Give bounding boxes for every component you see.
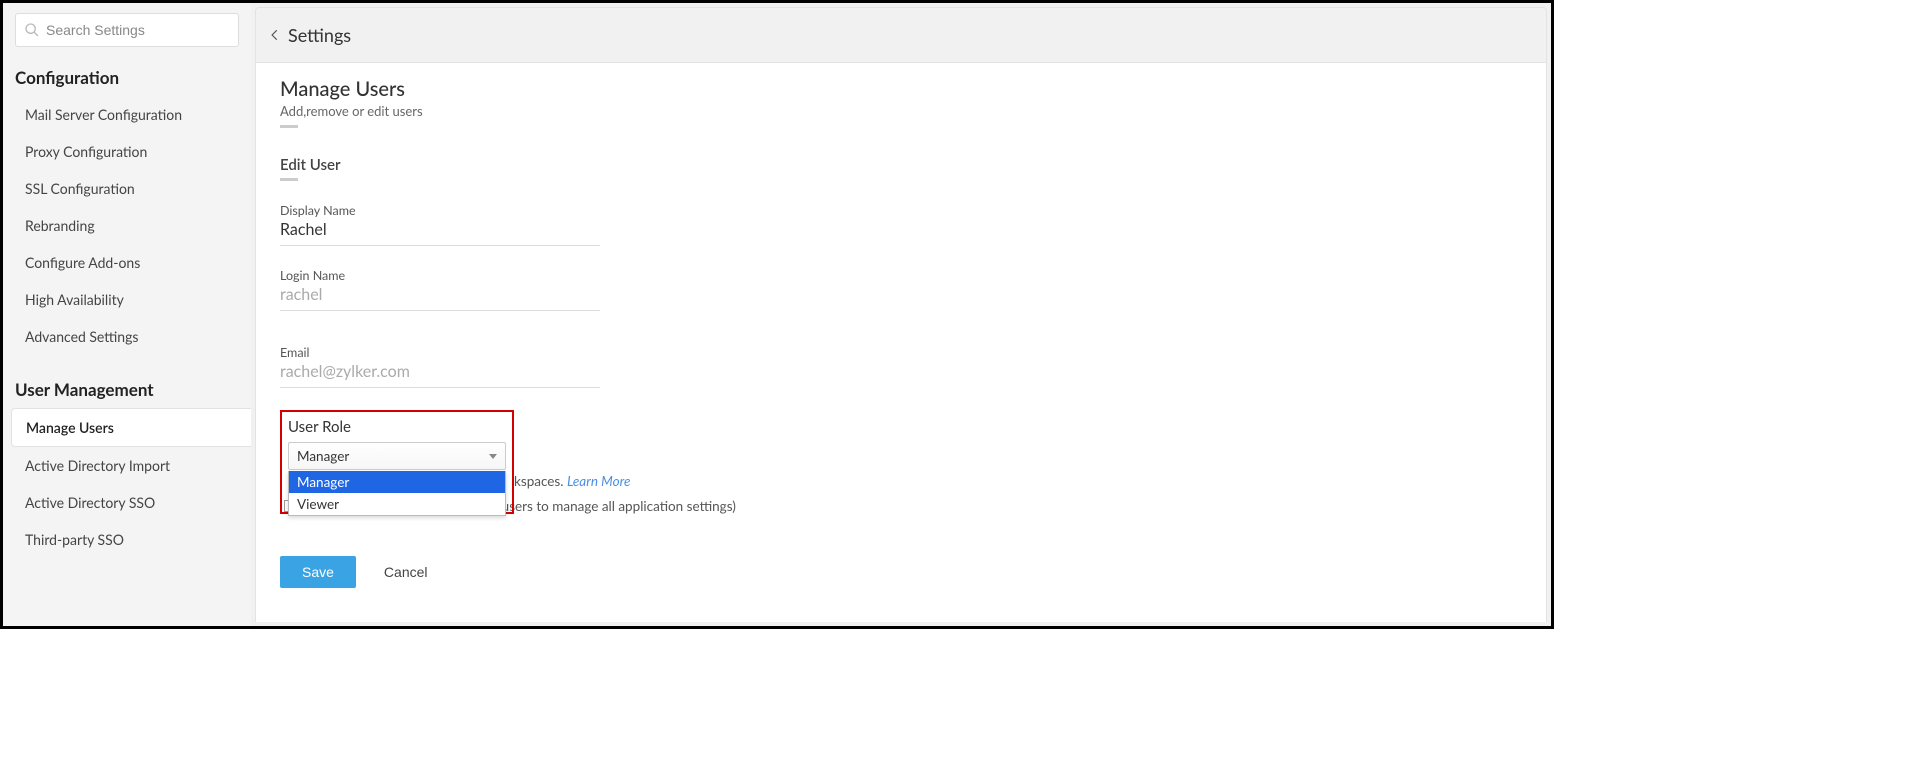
main: Settings Manage Users Add,remove or edit…: [251, 3, 1551, 626]
nav-item-mail-server[interactable]: Mail Server Configuration: [3, 96, 251, 133]
search-input[interactable]: [40, 22, 230, 38]
sidebar: Configuration Mail Server Configuration …: [3, 3, 251, 626]
nav-item-proxy-config[interactable]: Proxy Configuration: [3, 133, 251, 170]
nav-item-manage-users[interactable]: Manage Users: [11, 408, 251, 447]
search-icon: [24, 22, 40, 38]
user-role-area: User Role Manager Manager Viewer: [280, 410, 1522, 540]
field-email: Email rachel@zylker.com: [280, 345, 600, 388]
role-hint-trail: kspaces. Learn More: [514, 473, 630, 489]
nav-item-third-party-sso[interactable]: Third-party SSO: [3, 521, 251, 558]
user-role-highlight: User Role Manager Manager Viewer: [280, 410, 514, 514]
login-name-value[interactable]: rachel: [280, 283, 600, 311]
user-role-dropdown: Manager Viewer: [288, 471, 506, 516]
display-name-value[interactable]: Rachel: [280, 218, 600, 246]
section-edit-user: Edit User: [280, 156, 1522, 174]
user-role-select[interactable]: Manager Manager Viewer: [288, 442, 506, 470]
login-name-label: Login Name: [280, 268, 600, 283]
page-title: Manage Users: [280, 77, 1522, 101]
header: Settings: [255, 7, 1547, 63]
nav-item-high-availability[interactable]: High Availability: [3, 281, 251, 318]
cancel-button[interactable]: Cancel: [384, 564, 428, 580]
role-option-viewer[interactable]: Viewer: [289, 493, 505, 515]
search-box[interactable]: [15, 13, 239, 47]
role-option-manager[interactable]: Manager: [289, 471, 505, 493]
back-icon[interactable]: [268, 28, 282, 42]
nav-item-advanced-settings[interactable]: Advanced Settings: [3, 318, 251, 355]
learn-more-link[interactable]: Learn More: [567, 473, 630, 489]
email-label: Email: [280, 345, 600, 360]
nav-section-configuration: Configuration: [3, 61, 251, 96]
nav-item-ad-sso[interactable]: Active Directory SSO: [3, 484, 251, 521]
page-subtitle: Add,remove or edit users: [280, 103, 1522, 119]
content: Manage Users Add,remove or edit users Ed…: [255, 63, 1547, 622]
chevron-down-icon: [489, 454, 497, 459]
nav-item-rebranding[interactable]: Rebranding: [3, 207, 251, 244]
section-underline: [280, 178, 298, 181]
button-row: Save Cancel: [280, 556, 1522, 588]
display-name-label: Display Name: [280, 203, 600, 218]
title-underline: [280, 125, 298, 128]
nav-item-ad-import[interactable]: Active Directory Import: [3, 447, 251, 484]
user-role-selected: Manager: [297, 448, 349, 464]
header-title: Settings: [288, 24, 351, 46]
nav-section-user-management: User Management: [3, 373, 251, 408]
user-role-label: User Role: [288, 418, 506, 436]
save-button[interactable]: Save: [280, 556, 356, 588]
field-login-name: Login Name rachel: [280, 268, 600, 311]
hint-tail-text: kspaces.: [514, 473, 563, 489]
field-display-name: Display Name Rachel: [280, 203, 600, 246]
nav-item-configure-addons[interactable]: Configure Add-ons: [3, 244, 251, 281]
email-value[interactable]: rachel@zylker.com: [280, 360, 600, 388]
nav-item-ssl-config[interactable]: SSL Configuration: [3, 170, 251, 207]
